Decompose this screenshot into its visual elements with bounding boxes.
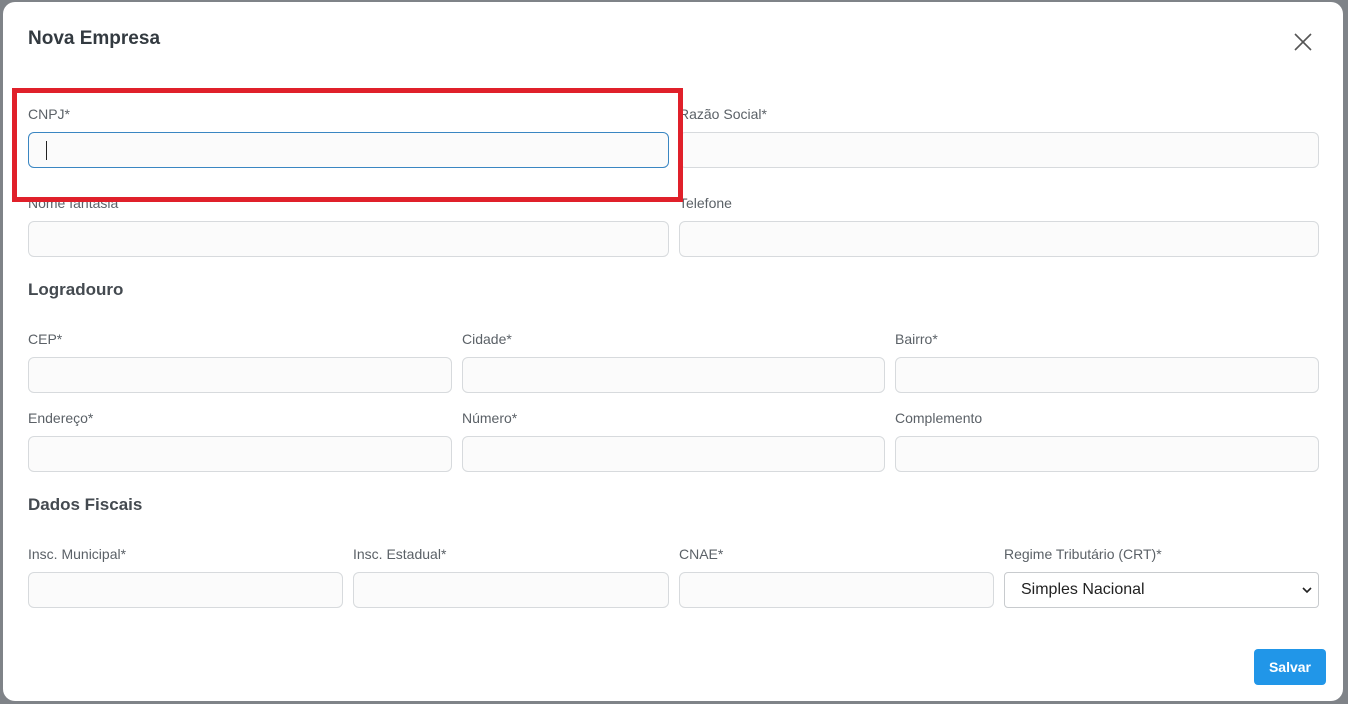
cnpj-label: CNPJ*	[28, 106, 71, 122]
cidade-label: Cidade*	[462, 331, 512, 347]
bairro-label: Bairro*	[895, 331, 938, 347]
text-caret	[46, 141, 47, 160]
regime-label: Regime Tributário (CRT)*	[1004, 546, 1162, 562]
endereco-label: Endereço*	[28, 410, 94, 426]
cnae-input[interactable]	[679, 572, 994, 608]
nome-fantasia-label: Nome fantasia	[28, 195, 119, 211]
insc-estadual-input[interactable]	[353, 572, 669, 608]
cnpj-input[interactable]	[28, 132, 669, 168]
cidade-input[interactable]	[462, 357, 885, 393]
telefone-label: Telefone	[679, 195, 732, 211]
razao-social-label: Razão Social*	[679, 106, 767, 122]
regime-select[interactable]: Simples Nacional	[1004, 572, 1319, 608]
insc-estadual-label: Insc. Estadual*	[353, 546, 447, 562]
nome-fantasia-input[interactable]	[28, 221, 669, 257]
complemento-label: Complemento	[895, 410, 983, 426]
cep-input[interactable]	[28, 357, 452, 393]
regime-selected-value: Simples Nacional	[1021, 581, 1145, 598]
insc-municipal-input[interactable]	[28, 572, 343, 608]
razao-social-input[interactable]	[679, 132, 1319, 168]
numero-label: Número*	[462, 410, 518, 426]
new-company-modal: Nova Empresa CNPJ* Razão Social* Nome fa…	[3, 2, 1343, 701]
close-icon[interactable]	[1291, 30, 1315, 54]
cep-label: CEP*	[28, 331, 63, 347]
bairro-input[interactable]	[895, 357, 1319, 393]
telefone-input[interactable]	[679, 221, 1319, 257]
insc-municipal-label: Insc. Municipal*	[28, 546, 127, 562]
fiscal-section-title: Dados Fiscais	[28, 495, 143, 514]
complemento-input[interactable]	[895, 436, 1319, 472]
endereco-input[interactable]	[28, 436, 452, 472]
modal-title: Nova Empresa	[28, 28, 161, 49]
chevron-down-icon	[1302, 587, 1312, 594]
save-button[interactable]: Salvar	[1254, 649, 1326, 685]
address-section-title: Logradouro	[28, 280, 124, 299]
cnae-label: CNAE*	[679, 546, 724, 562]
numero-input[interactable]	[462, 436, 885, 472]
